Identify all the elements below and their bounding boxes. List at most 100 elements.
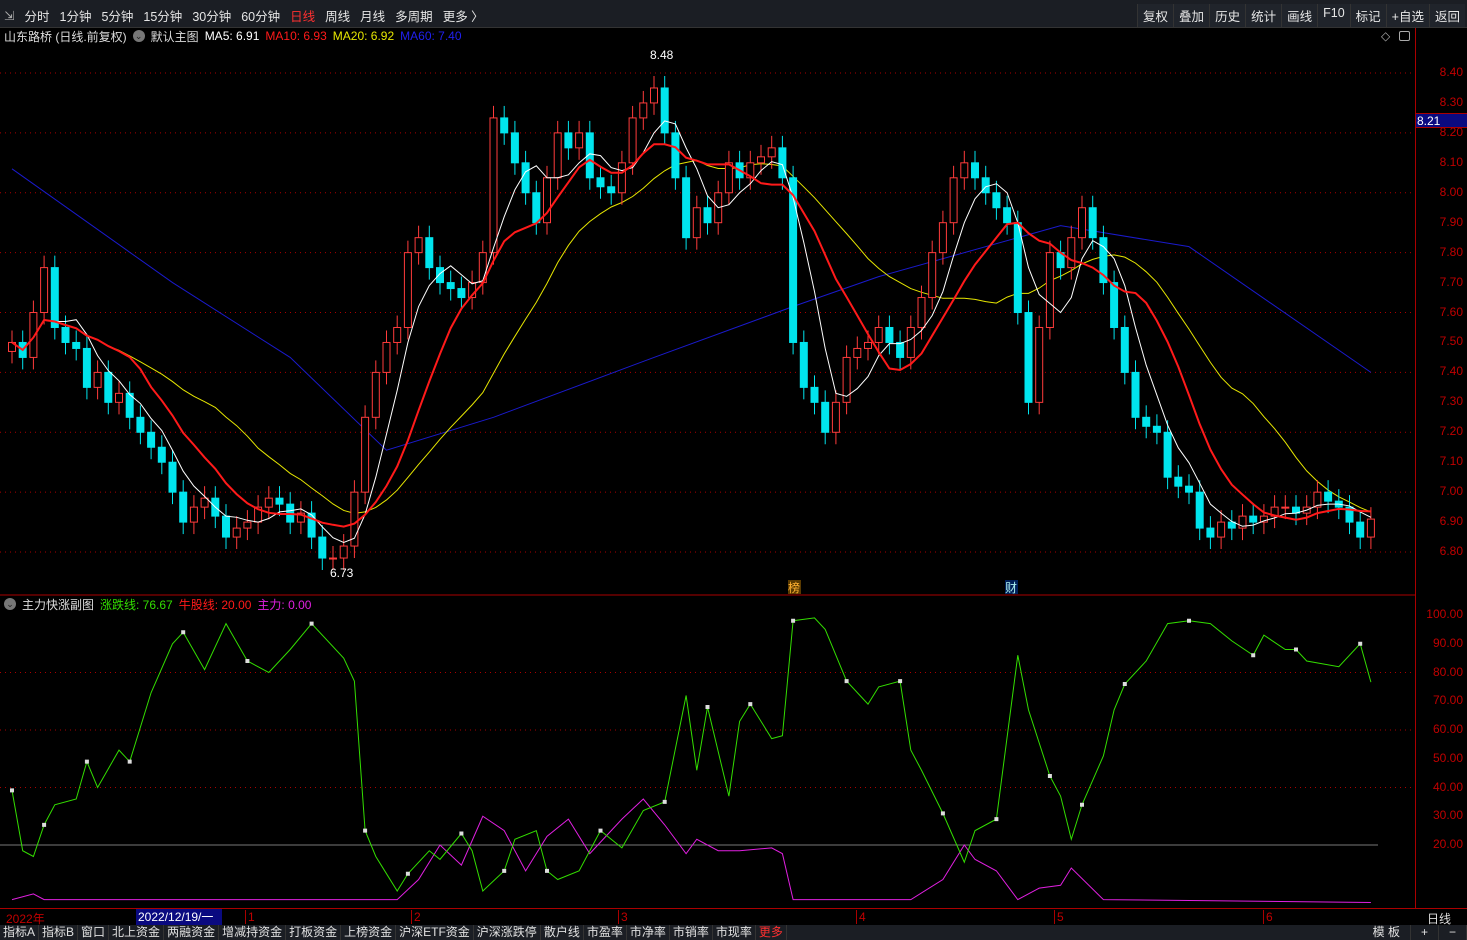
indicator-tab[interactable]: 指标B <box>39 925 79 940</box>
candle <box>1195 491 1204 529</box>
candle <box>617 162 626 194</box>
kline-chart[interactable]: 8.48 6.73 榜 财 <box>0 0 1415 908</box>
candle <box>639 102 648 119</box>
low-price-label: 6.73 <box>330 566 354 580</box>
candle <box>371 371 380 418</box>
indicator-tab[interactable]: 上榜资金 <box>341 925 397 940</box>
indicator-tab[interactable]: 沪深涨跌停 <box>474 925 541 940</box>
candle <box>318 536 327 559</box>
indicator-tab[interactable]: 北上资金 <box>109 925 165 940</box>
price-tick: 7.90 <box>1439 214 1463 229</box>
candle <box>564 132 573 149</box>
candle <box>1185 485 1193 493</box>
price-tick: 7.40 <box>1439 364 1463 379</box>
indicator-tab[interactable]: 增减持资金 <box>219 925 287 940</box>
candle <box>500 117 509 134</box>
signal-marker <box>791 618 796 623</box>
candle <box>660 87 669 134</box>
candle <box>243 521 252 529</box>
price-tick: 7.10 <box>1439 454 1463 469</box>
candle <box>1120 326 1129 373</box>
candle <box>339 545 348 559</box>
tabs-right: 模 板 + − <box>1363 925 1467 940</box>
signal-marker <box>245 659 250 663</box>
candle <box>896 341 905 358</box>
candle <box>189 506 198 523</box>
candle <box>853 347 862 358</box>
signal-marker <box>1122 682 1127 686</box>
candle <box>1163 431 1172 478</box>
price-tick: 7.70 <box>1439 274 1463 289</box>
indicator-tab[interactable]: 市销率 <box>670 925 713 940</box>
candle <box>1281 506 1290 509</box>
indicator-tab[interactable]: 指标A <box>0 925 40 940</box>
zhangdie-line <box>11 617 1372 892</box>
indicator-tab[interactable]: 市盈率 <box>584 925 627 940</box>
indicator-tab[interactable]: 沪深ETF资金 <box>396 925 474 940</box>
candle <box>1366 518 1375 538</box>
candle <box>1249 515 1258 523</box>
indicator-tab[interactable]: 市现率 <box>713 925 756 940</box>
candle <box>436 267 444 284</box>
indicator-tab[interactable]: 市净率 <box>627 925 670 940</box>
indicator-tab[interactable]: 两融资金 <box>164 925 220 940</box>
candle <box>61 326 70 343</box>
signal-marker <box>84 759 89 764</box>
candle <box>575 132 584 149</box>
price-tick: 7.50 <box>1439 334 1463 349</box>
candle <box>403 252 412 328</box>
right-axis: 8.21 8.40 8.30 8.20 8.10 8.00 7.90 7.80 7.70 7.6… <box>1415 28 1467 908</box>
ma5-line <box>11 120 1372 544</box>
price-tick: 7.80 <box>1439 244 1463 259</box>
toolbar-button[interactable]: 返回 <box>1428 4 1465 27</box>
candle <box>650 87 658 104</box>
candle <box>104 371 113 403</box>
signal-marker <box>844 679 849 684</box>
candle <box>82 347 91 388</box>
price-tick: 7.20 <box>1439 424 1463 439</box>
indicator-tab[interactable]: 窗口 <box>78 925 110 940</box>
template-button[interactable]: + <box>1411 925 1439 940</box>
indicator-tick: 90.00 <box>1432 635 1463 650</box>
candle <box>275 497 284 505</box>
template-button[interactable]: − <box>1439 925 1467 940</box>
indicator-tick: 100.00 <box>1426 607 1463 621</box>
indicator-tab[interactable]: 打板资金 <box>286 925 342 940</box>
candle <box>831 401 840 433</box>
signal-marker <box>994 817 999 822</box>
price-tick: 8.00 <box>1439 184 1463 199</box>
month-label: 2 <box>411 910 421 924</box>
bang-label: 榜 <box>788 580 800 595</box>
bottom-tabs: 指标A 指标B 窗口 北上资金 两融资金 增减持资金 打板资金 上榜资金 沪深ETF资金 沪深涨跌… <box>0 925 1467 940</box>
candle <box>1324 491 1333 502</box>
candle <box>425 237 434 269</box>
high-price-label: 8.48 <box>650 48 674 62</box>
signal-marker <box>405 871 410 876</box>
candle <box>992 192 1001 209</box>
candle <box>874 326 883 343</box>
candle <box>1013 222 1022 314</box>
candle <box>382 341 391 373</box>
signal-marker <box>127 759 132 764</box>
candle <box>671 132 680 179</box>
signal-marker <box>1080 802 1084 807</box>
candle <box>1206 527 1215 538</box>
candle <box>1024 312 1033 403</box>
price-tick: 6.90 <box>1439 514 1463 529</box>
candle <box>93 371 102 388</box>
candle <box>222 515 230 538</box>
candle <box>607 186 616 194</box>
price-tick: 8.20 <box>1439 124 1463 139</box>
indicator-tab[interactable]: 散户线 <box>541 925 584 940</box>
candle <box>521 162 530 194</box>
more-tab[interactable]: 更多 <box>756 925 787 940</box>
signal-marker <box>705 705 710 709</box>
candle <box>157 446 166 463</box>
candle <box>115 392 123 403</box>
candle <box>179 491 188 523</box>
candle <box>1088 207 1097 239</box>
zhuli-line <box>11 798 1371 903</box>
month-label: 5 <box>1054 910 1064 924</box>
template-button[interactable]: 模 板 <box>1363 925 1411 940</box>
indicator-tick: 40.00 <box>1432 779 1463 794</box>
